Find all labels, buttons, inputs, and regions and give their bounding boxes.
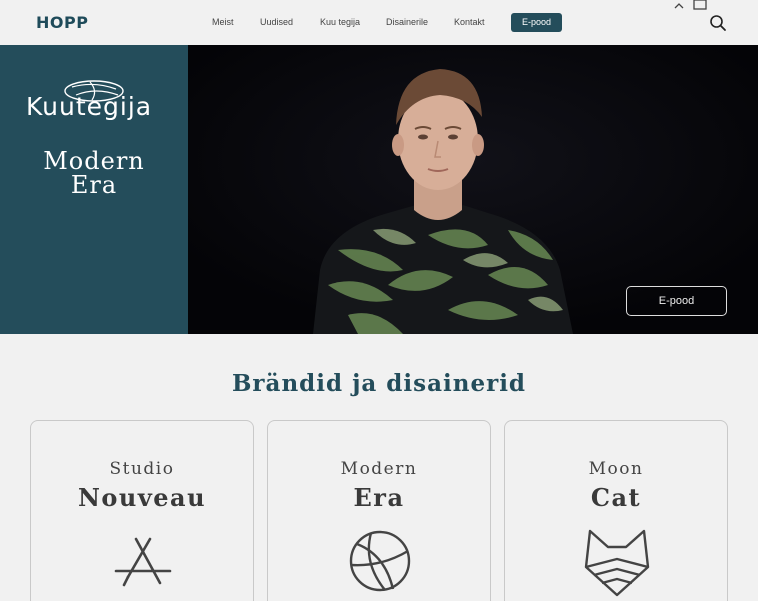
- brand-card-top: Moon: [588, 459, 644, 479]
- nav-item-kontakt[interactable]: Kontakt: [454, 17, 485, 27]
- brand-card-main: Era: [353, 483, 405, 512]
- section-title: Brändid ja disainerid: [231, 370, 527, 397]
- hero-brand-name: Kuutegija: [26, 92, 153, 121]
- nav-item-kuu-tegija[interactable]: Kuu tegija: [320, 17, 360, 27]
- site-logo[interactable]: HOPP: [36, 13, 88, 32]
- brand-card-top: Studio: [109, 459, 175, 479]
- nav-item-disainerile[interactable]: Disainerile: [386, 17, 428, 27]
- nav-item-meist[interactable]: Meist: [212, 17, 234, 27]
- brand-card-top: Modern: [340, 459, 418, 479]
- app-store-icon: [114, 537, 172, 587]
- hero-title: Modern Era: [0, 149, 188, 197]
- brand-card-main: Nouveau: [77, 483, 207, 512]
- hero-brand-panel: Kuutegija Modern Era: [0, 45, 188, 334]
- header-shop-button[interactable]: E-pood: [511, 13, 562, 32]
- hero-title-line1: Modern: [43, 147, 145, 175]
- hero-title-line2: Era: [70, 171, 118, 199]
- basketball-icon: [349, 530, 411, 592]
- fox-icon: [584, 529, 650, 597]
- site-header: HOPP Meist Uudised Kuu tegija Disaineril…: [0, 0, 758, 45]
- hero-banner: Kuutegija Modern Era E-pood: [0, 45, 758, 334]
- bag-icon[interactable]: [672, 0, 708, 12]
- brand-card-moon-cat[interactable]: Moon Cat: [504, 420, 728, 601]
- hero-shop-button[interactable]: E-pood: [626, 286, 727, 316]
- search-icon[interactable]: [709, 14, 727, 32]
- brand-card-main: Cat: [590, 483, 642, 512]
- brand-card-studio-nouveau[interactable]: Studio Nouveau: [30, 420, 254, 601]
- brand-card-modern-era[interactable]: Modern Era: [267, 420, 491, 601]
- nav-item-uudised[interactable]: Uudised: [260, 17, 293, 27]
